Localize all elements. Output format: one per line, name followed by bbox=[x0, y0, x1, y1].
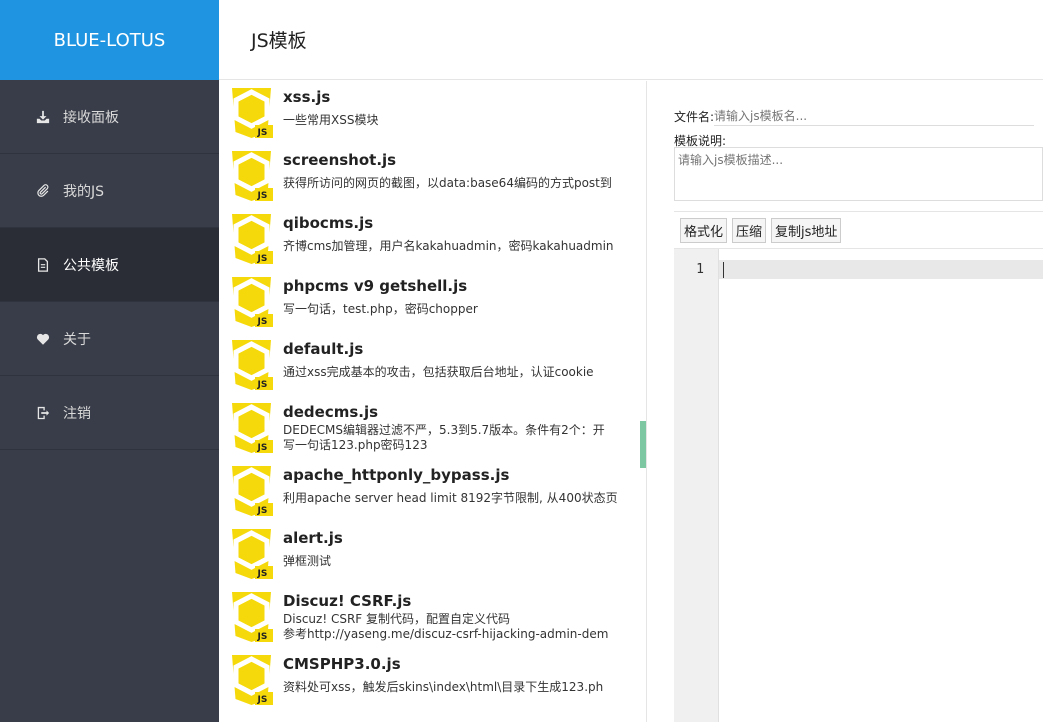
template-list-item[interactable]: JS default.js 通过xss完成基本的攻击，包括获取后台地址，认证cook… bbox=[229, 339, 642, 402]
sidebar-item-label: 关于 bbox=[63, 331, 91, 348]
sidebar: 接收面板我的JS 公共模板关于注销 bbox=[0, 80, 219, 722]
sidebar-item-label: 我的JS bbox=[63, 183, 105, 200]
template-info: CMSPHP3.0.js 资料处可xss，触发后skins\index\html\… bbox=[283, 654, 642, 695]
template-info: Discuz! CSRF.js Discuz! CSRF 复制代码，配置自定义代码… bbox=[283, 591, 642, 642]
template-list-item[interactable]: JS apache_httponly_bypass.js 利用apache serv… bbox=[229, 465, 642, 528]
template-description: 通过xss完成基本的攻击，包括获取后台地址，认证cookie bbox=[283, 365, 594, 379]
sidebar-item-label: 注销 bbox=[63, 405, 91, 422]
template-name: alert.js bbox=[283, 529, 343, 547]
template-info: screenshot.js 获得所访问的网页的截图，以data:base64编码的… bbox=[283, 150, 642, 191]
template-description: 齐博cms加管理，用户名kakahuadmin，密码kakahuadmin bbox=[283, 239, 614, 253]
template-name: dedecms.js bbox=[283, 403, 379, 421]
svg-text:JS: JS bbox=[257, 695, 268, 705]
svg-text:JS: JS bbox=[257, 632, 268, 642]
page-header: JS模板 bbox=[219, 0, 1043, 80]
description-textarea[interactable] bbox=[674, 147, 1043, 201]
template-info: default.js 通过xss完成基本的攻击，包括获取后台地址，认证cookie bbox=[283, 339, 642, 380]
svg-text:JS: JS bbox=[257, 380, 268, 390]
template-name: default.js bbox=[283, 340, 364, 358]
sidebar-item-0[interactable]: 接收面板 bbox=[0, 80, 219, 154]
template-description: DEDECMS编辑器过滤不严，5.3到5.7版本。条件有2个：开 bbox=[283, 423, 605, 437]
template-info: dedecms.js DEDECMS编辑器过滤不严，5.3到5.7版本。条件有2个… bbox=[283, 402, 642, 453]
svg-text:JS: JS bbox=[257, 569, 268, 579]
file-icon bbox=[33, 257, 53, 272]
svg-text:JS: JS bbox=[257, 317, 268, 327]
svg-text:JS: JS bbox=[257, 443, 268, 453]
template-description: 写一句话123.php密码123 bbox=[283, 438, 428, 452]
editor-toolbar: 格式化 压缩 复制js地址 bbox=[674, 211, 1043, 249]
template-description: 利用apache server head limit 8192字节限制, 从40… bbox=[283, 491, 618, 505]
template-list-item[interactable]: JS Discuz! CSRF.js Discuz! CSRF 复制代码，配置自定义… bbox=[229, 591, 642, 654]
template-list-item[interactable]: JS xss.js 一些常用XSS模块 bbox=[229, 87, 642, 150]
js-file-icon: JS bbox=[229, 465, 274, 517]
template-editor-panel: 文件名: 模板说明: 格式化 压缩 复制js地址 1 bbox=[674, 81, 1043, 722]
template-name: apache_httponly_bypass.js bbox=[283, 466, 510, 484]
template-description: 弹框测试 bbox=[283, 554, 332, 568]
template-info: phpcms v9 getshell.js 写一句话，test.php，密码cho… bbox=[283, 276, 642, 317]
code-editor[interactable]: 1 bbox=[674, 249, 1043, 722]
template-name: screenshot.js bbox=[283, 151, 397, 169]
line-number: 1 bbox=[696, 262, 704, 277]
svg-text:JS: JS bbox=[257, 191, 268, 201]
js-file-icon: JS bbox=[229, 87, 274, 139]
svg-text:JS: JS bbox=[257, 506, 268, 516]
js-file-icon: JS bbox=[229, 150, 274, 202]
download-icon bbox=[33, 110, 53, 124]
paperclip-icon bbox=[33, 183, 53, 198]
template-list-item[interactable]: JS qibocms.js 齐博cms加管理，用户名kakahuadmin，密码ka… bbox=[229, 213, 642, 276]
sidebar-item-3[interactable]: 关于 bbox=[0, 302, 219, 376]
logout-icon bbox=[33, 406, 53, 420]
template-list-item[interactable]: JS alert.js 弹框测试 bbox=[229, 528, 642, 591]
sidebar-item-2[interactable]: 公共模板 bbox=[0, 228, 219, 302]
template-description: 写一句话，test.php，密码chopper bbox=[283, 302, 478, 316]
brand-logo: BLUE-LOTUS bbox=[0, 0, 219, 80]
template-info: xss.js 一些常用XSS模块 bbox=[283, 87, 642, 128]
template-info: alert.js 弹框测试 bbox=[283, 528, 642, 569]
js-file-icon: JS bbox=[229, 276, 274, 328]
template-description: 参考http://yaseng.me/discuz-csrf-hijacking… bbox=[283, 627, 609, 641]
list-scrollbar-thumb[interactable] bbox=[640, 421, 646, 468]
template-name: Discuz! CSRF.js bbox=[283, 592, 412, 610]
svg-text:JS: JS bbox=[257, 254, 268, 264]
template-name: xss.js bbox=[283, 88, 331, 106]
sidebar-item-4[interactable]: 注销 bbox=[0, 376, 219, 450]
template-description: Discuz! CSRF 复制代码，配置自定义代码 bbox=[283, 612, 511, 626]
active-line-highlight bbox=[719, 260, 1043, 279]
sidebar-item-label: 接收面板 bbox=[63, 109, 119, 126]
filename-label: 文件名: bbox=[674, 109, 715, 124]
js-file-icon: JS bbox=[229, 402, 274, 454]
format-button[interactable]: 格式化 bbox=[680, 217, 728, 243]
template-list-item[interactable]: JS CMSPHP3.0.js 资料处可xss，触发后skins\index\htm… bbox=[229, 654, 642, 717]
js-file-icon: JS bbox=[229, 528, 274, 580]
heart-icon bbox=[33, 332, 53, 346]
template-info: qibocms.js 齐博cms加管理，用户名kakahuadmin，密码kaka… bbox=[283, 213, 642, 254]
compress-button[interactable]: 压缩 bbox=[732, 217, 767, 243]
template-info: apache_httponly_bypass.js 利用apache server… bbox=[283, 465, 642, 506]
js-file-icon: JS bbox=[229, 213, 274, 265]
page-title: JS模板 bbox=[251, 30, 307, 52]
sidebar-item-1[interactable]: 我的JS bbox=[0, 154, 219, 228]
js-file-icon: JS bbox=[229, 654, 274, 706]
js-file-icon: JS bbox=[229, 591, 274, 643]
template-name: CMSPHP3.0.js bbox=[283, 655, 401, 673]
template-description: 资料处可xss，触发后skins\index\html\目录下生成123.ph bbox=[283, 680, 604, 694]
text-cursor bbox=[723, 262, 724, 278]
editor-gutter: 1 bbox=[674, 249, 719, 722]
js-file-icon: JS bbox=[229, 339, 274, 391]
template-list-item[interactable]: JS screenshot.js 获得所访问的网页的截图，以data:base64编… bbox=[229, 150, 642, 213]
filename-row: 文件名: bbox=[674, 106, 1043, 126]
template-description: 一些常用XSS模块 bbox=[283, 113, 379, 127]
copy-js-url-button[interactable]: 复制js地址 bbox=[771, 217, 842, 243]
template-list-item[interactable]: JS phpcms v9 getshell.js 写一句话，test.php，密码c… bbox=[229, 276, 642, 339]
template-description: 获得所访问的网页的截图，以data:base64编码的方式post到 bbox=[283, 176, 612, 190]
filename-input[interactable] bbox=[714, 106, 1035, 126]
template-name: phpcms v9 getshell.js bbox=[283, 277, 468, 295]
svg-text:JS: JS bbox=[257, 128, 268, 138]
template-name: qibocms.js bbox=[283, 214, 374, 232]
template-list-item[interactable]: JS dedecms.js DEDECMS编辑器过滤不严，5.3到5.7版本。条件有… bbox=[229, 402, 642, 465]
sidebar-item-label: 公共模板 bbox=[63, 257, 119, 274]
template-list[interactable]: JS xss.js 一些常用XSS模块 JS screenshot.js 获得所访问的网页… bbox=[219, 81, 647, 722]
